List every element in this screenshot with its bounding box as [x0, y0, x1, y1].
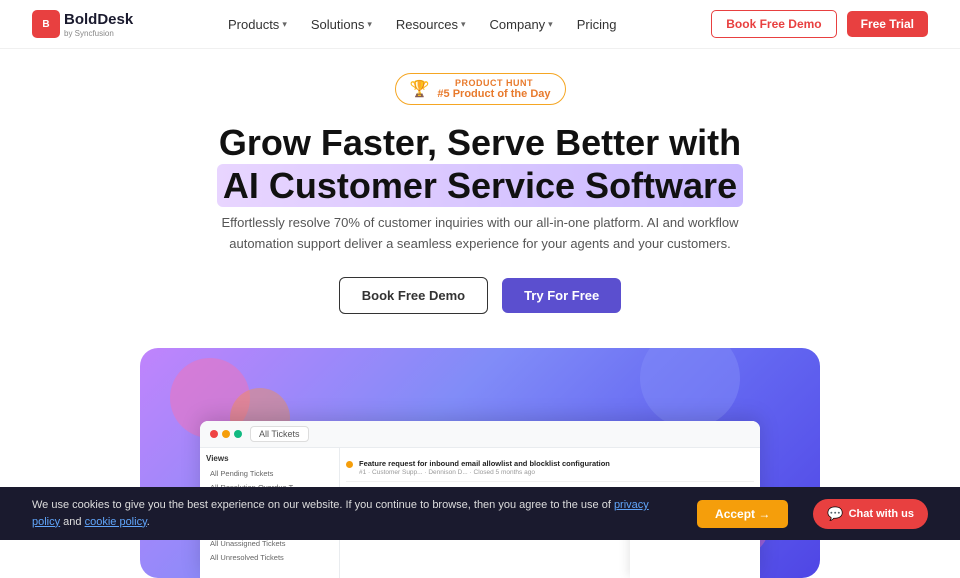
sidebar-item-7[interactable]: All Unresolved Tickets — [206, 551, 333, 564]
nav-products[interactable]: Products ▾ — [228, 17, 287, 32]
hero-title: Grow Faster, Serve Better with AI Custom… — [32, 121, 928, 207]
hero-subtitle: Effortlessly resolve 70% of customer inq… — [200, 213, 760, 255]
logo-text-block: BoldDesk by Syncfusion — [64, 11, 133, 38]
hero-section: 🏆 PRODUCT HUNT #5 Product of the Day Gro… — [0, 49, 960, 330]
screenshot-container: All Tickets Views All Pending Tickets Al… — [140, 348, 820, 578]
product-hunt-icon: 🏆 — [410, 79, 430, 99]
accept-button[interactable]: Accept → — [697, 500, 788, 528]
cookie-text: We use cookies to give you the best expe… — [32, 497, 672, 530]
ticket-title-1: Feature request for inbound email allowl… — [359, 459, 754, 468]
cookie-policy-link[interactable]: cookie policy — [85, 516, 147, 528]
hero-try-free-button[interactable]: Try For Free — [502, 278, 621, 313]
nav-pricing[interactable]: Pricing — [577, 17, 617, 32]
free-trial-button[interactable]: Free Trial — [847, 11, 928, 37]
brand-name: BoldDesk — [64, 11, 133, 28]
chat-label: Chat with us — [849, 508, 914, 520]
chevron-down-icon: ▾ — [548, 19, 553, 30]
logo-icon: B — [32, 10, 60, 38]
nav-actions: Book Free Demo Free Trial — [711, 10, 928, 38]
ticket-status-dot-1 — [346, 461, 353, 468]
ticket-row-1[interactable]: Feature request for inbound email allowl… — [346, 454, 754, 482]
nav-resources[interactable]: Resources ▾ — [396, 17, 466, 32]
chevron-down-icon: ▾ — [367, 19, 372, 30]
dot-yellow — [222, 430, 230, 438]
logo: B BoldDesk by Syncfusion — [32, 10, 133, 38]
nav-company[interactable]: Company ▾ — [490, 17, 553, 32]
dot-red — [210, 430, 218, 438]
bokeh-3 — [640, 348, 740, 428]
hero-buttons: Book Free Demo Try For Free — [32, 277, 928, 314]
dot-green — [234, 430, 242, 438]
sidebar-item-1[interactable]: All Pending Tickets — [206, 467, 333, 480]
window-dots — [210, 430, 242, 438]
ticket-meta-1: #1 · Customer Supp... · Dennison D... · … — [359, 469, 754, 476]
navbar: B BoldDesk by Syncfusion Products ▾ Solu… — [0, 0, 960, 49]
mock-topbar: All Tickets — [200, 421, 760, 448]
chevron-down-icon: ▾ — [282, 19, 287, 30]
nav-links: Products ▾ Solutions ▾ Resources ▾ Compa… — [228, 17, 616, 32]
nav-solutions[interactable]: Solutions ▾ — [311, 17, 372, 32]
product-hunt-label: PRODUCT HUNT — [437, 78, 550, 88]
chat-icon: 💬 — [827, 506, 843, 522]
chat-button[interactable]: 💬 Chat with us — [813, 499, 928, 529]
hero-book-demo-button[interactable]: Book Free Demo — [339, 277, 488, 314]
product-hunt-rank: #5 Product of the Day — [437, 88, 550, 100]
product-hunt-badge: 🏆 PRODUCT HUNT #5 Product of the Day — [395, 73, 566, 105]
brand-sub: by Syncfusion — [64, 29, 133, 38]
hero-title-line1: Grow Faster, Serve Better with — [219, 122, 741, 163]
mock-tab-label[interactable]: All Tickets — [250, 426, 309, 442]
hero-title-line2: AI Customer Service Software — [217, 164, 743, 207]
book-demo-button[interactable]: Book Free Demo — [711, 10, 836, 38]
mock-sidebar-title: Views — [206, 454, 333, 463]
chevron-down-icon: ▾ — [461, 19, 466, 30]
ticket-info-1: Feature request for inbound email allowl… — [359, 459, 754, 476]
product-hunt-info: PRODUCT HUNT #5 Product of the Day — [437, 78, 550, 100]
cookie-banner: We use cookies to give you the best expe… — [0, 487, 960, 540]
